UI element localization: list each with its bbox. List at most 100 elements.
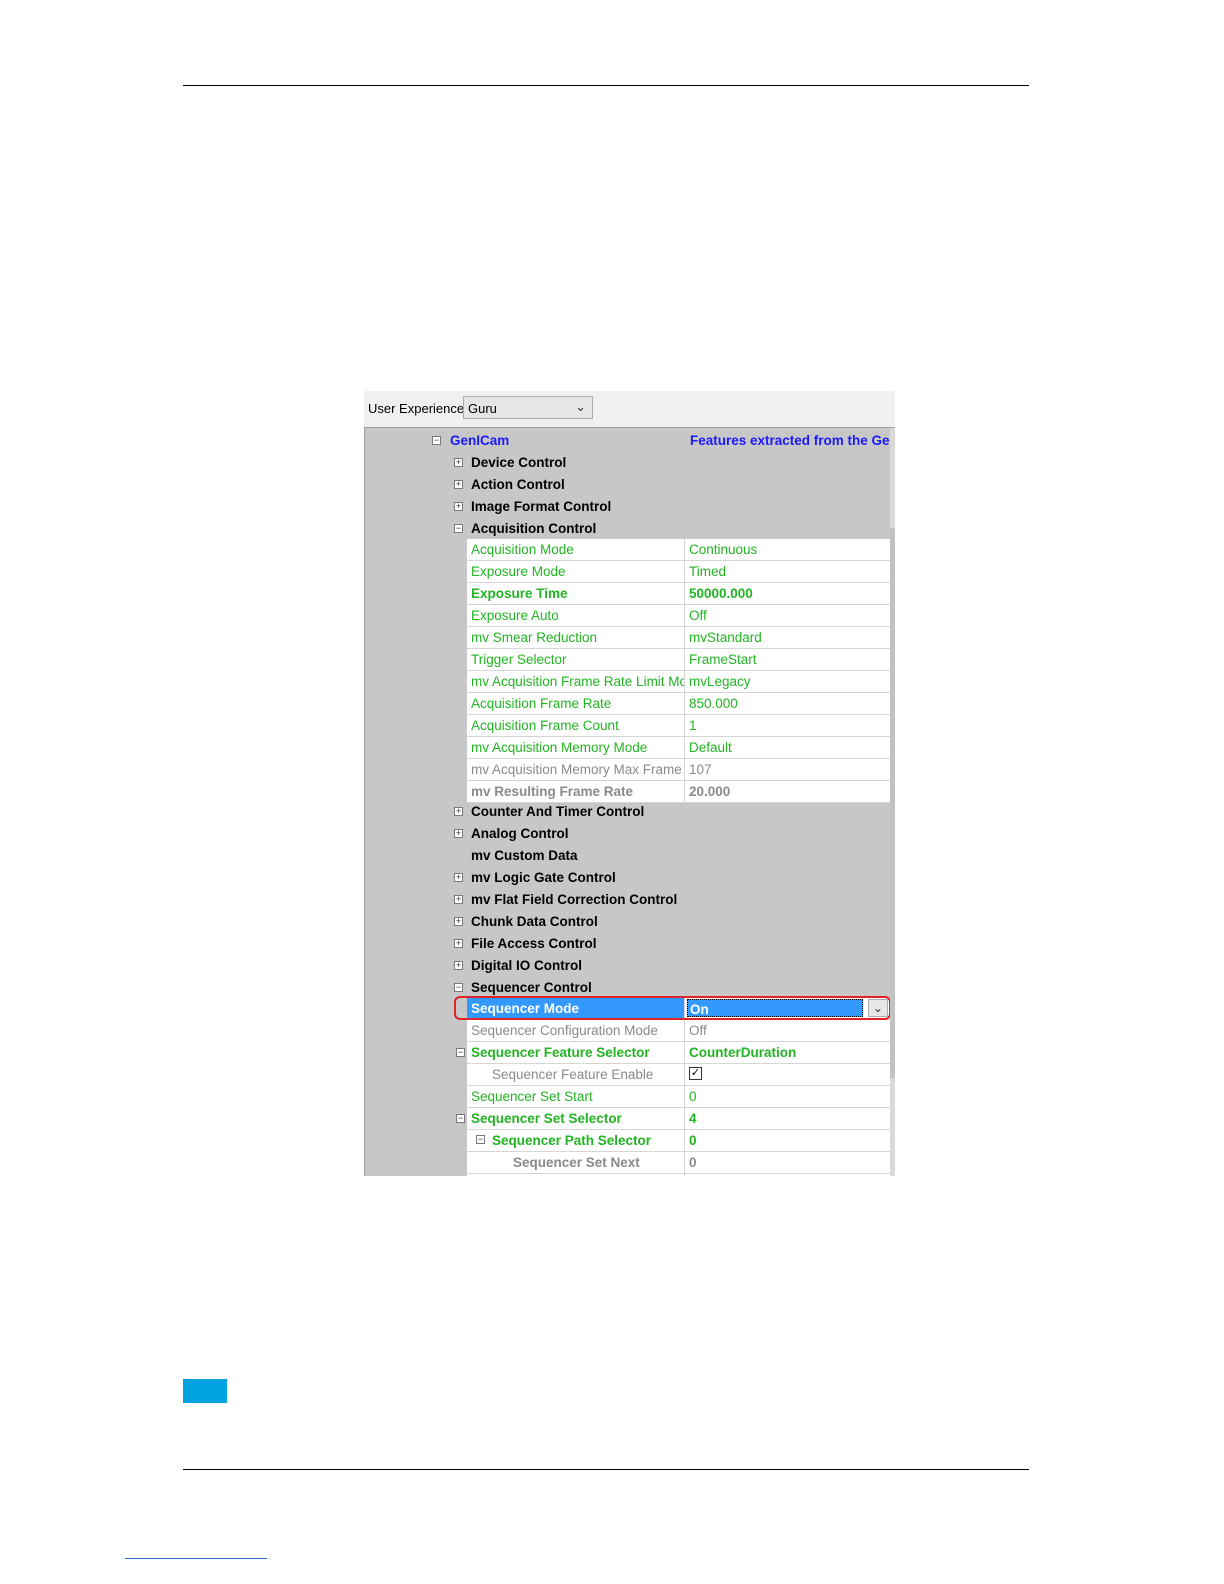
expand-icon[interactable]: + (454, 961, 463, 970)
user-experience-bar: User Experience: Guru ⌄ (364, 391, 895, 427)
tree-row-file-access-control[interactable]: + File Access Control (365, 933, 890, 955)
property-grid-screenshot: User Experience: Guru ⌄ − GenICam Featur… (364, 391, 895, 1176)
property-row[interactable]: Acquisition Mode Continuous (467, 539, 890, 561)
property-name-cell: Acquisition Frame Count (467, 715, 685, 736)
property-row[interactable]: mv Acquisition Frame Rate Limit Mod mvLe… (467, 671, 890, 693)
property-value-cell[interactable]: 4 (685, 1108, 890, 1129)
property-value-cell[interactable]: CounterDuration (685, 1042, 890, 1063)
collapse-icon[interactable]: − (456, 1048, 465, 1057)
tree-row-image-format-control[interactable]: + Image Format Control (365, 496, 890, 518)
property-row[interactable]: Sequencer Set Selector 4 (467, 1108, 890, 1130)
expand-icon[interactable]: + (454, 895, 463, 904)
user-experience-value: Guru (468, 401, 497, 416)
property-row: mv Resulting Frame Rate 20.000 (467, 781, 890, 803)
property-row[interactable]: Sequencer Set Next 0 (467, 1152, 890, 1174)
scrollbar-thumb[interactable] (890, 528, 895, 1078)
tree-row-analog-control[interactable]: + Analog Control (365, 823, 890, 845)
expand-icon[interactable]: + (454, 873, 463, 882)
vertical-scrollbar[interactable] (890, 428, 895, 1176)
property-row[interactable]: Sequencer Feature Selector CounterDurati… (467, 1042, 890, 1064)
collapse-icon[interactable]: − (456, 1114, 465, 1123)
property-value-cell[interactable]: 850.000 (685, 693, 890, 714)
property-name: Acquisition Frame Rate (471, 696, 612, 711)
property-name-cell: + Trigger Selector (467, 649, 685, 670)
property-name-cell: Acquisition Frame Rate (467, 693, 685, 714)
property-name: mv Acquisition Memory Mode (471, 740, 648, 755)
property-name-cell: mv Smear Reduction (467, 627, 685, 648)
property-value: 1 (689, 718, 697, 733)
property-row[interactable]: Acquisition Frame Rate 850.000 (467, 693, 890, 715)
property-value-cell[interactable]: mvLegacy (685, 671, 890, 692)
property-value-cell: Off (685, 1020, 890, 1041)
expand-icon[interactable]: + (454, 807, 463, 816)
tree-row-mv-flat-field-correction-control[interactable]: + mv Flat Field Correction Control (365, 889, 890, 911)
property-name-cell: mv Acquisition Frame Rate Limit Mod (467, 671, 685, 692)
property-value-cell[interactable]: FrameStart (685, 649, 890, 670)
property-value-cell: 107 (685, 759, 890, 780)
property-value-cell[interactable]: Off (685, 605, 890, 626)
category-label: Sequencer Control (471, 980, 592, 995)
property-row[interactable]: + Trigger Selector FrameStart (467, 649, 890, 671)
expand-icon[interactable]: + (454, 458, 463, 467)
tree-row-genicam[interactable]: − GenICam Features extracted from the Ge… (365, 430, 890, 452)
chevron-down-icon[interactable]: ⌄ (575, 399, 586, 415)
user-experience-label: User Experience: (368, 401, 468, 416)
expand-icon[interactable]: + (454, 480, 463, 489)
property-value: FrameStart (689, 652, 757, 667)
genicam-description: Features extracted from the Ger (690, 433, 890, 448)
expand-icon[interactable]: + (454, 829, 463, 838)
property-row[interactable]: mv Acquisition Memory Mode Default (467, 737, 890, 759)
property-value-cell[interactable]: 1 (685, 715, 890, 736)
highlight-annotation (454, 996, 891, 1020)
property-value-cell[interactable]: 0 (685, 1130, 890, 1151)
category-label: Chunk Data Control (471, 914, 598, 929)
expand-icon[interactable]: + (454, 917, 463, 926)
property-value-cell[interactable]: ✓ (685, 1064, 890, 1085)
property-name-cell (467, 1174, 685, 1176)
property-value-cell[interactable]: Continuous (685, 539, 890, 560)
property-row[interactable]: Exposure Auto Off (467, 605, 890, 627)
tree-row-action-control[interactable]: + Action Control (365, 474, 890, 496)
property-name: Sequencer Configuration Mode (471, 1023, 658, 1038)
property-row[interactable]: mv Smear Reduction mvStandard (467, 627, 890, 649)
checkbox[interactable]: ✓ (689, 1067, 702, 1080)
property-value-cell[interactable]: mvStandard (685, 627, 890, 648)
expand-icon[interactable]: + (454, 939, 463, 948)
property-name: Sequencer Feature Selector (471, 1045, 650, 1060)
property-value-cell[interactable]: 0 (685, 1086, 890, 1107)
property-name-cell: mv Resulting Frame Rate (467, 781, 685, 802)
property-value: Default (689, 740, 732, 755)
property-name: Sequencer Set Next (513, 1155, 640, 1170)
property-row[interactable]: Sequencer Set Start 0 (467, 1086, 890, 1108)
tree-row-counter-timer-control[interactable]: + Counter And Timer Control (365, 801, 890, 823)
property-row[interactable]: Exposure Mode Timed (467, 561, 890, 583)
property-row[interactable]: − Sequencer Path Selector 0 (467, 1130, 890, 1152)
property-name-cell: − Sequencer Path Selector (467, 1130, 685, 1151)
collapse-icon[interactable]: − (432, 436, 441, 445)
tree-row-acquisition-control[interactable]: − Acquisition Control (365, 518, 890, 540)
property-value: 850.000 (689, 696, 738, 711)
property-value: Off (689, 608, 707, 623)
collapse-icon[interactable]: − (454, 524, 463, 533)
property-name: Acquisition Frame Count (471, 718, 619, 733)
property-value-cell[interactable]: 0 (685, 1152, 890, 1173)
feature-tree: − GenICam Features extracted from the Ge… (364, 427, 895, 1176)
property-value-cell[interactable]: Default (685, 737, 890, 758)
property-value-cell: 20.000 (685, 781, 890, 802)
property-row[interactable]: Sequencer Feature Enable ✓ (467, 1064, 890, 1086)
category-label: mv Flat Field Correction Control (471, 892, 678, 907)
tree-row-mv-custom-data[interactable]: mv Custom Data (365, 845, 890, 867)
collapse-icon[interactable]: − (476, 1135, 485, 1144)
property-name-cell: Sequencer Set Next (467, 1152, 685, 1173)
property-value-cell[interactable]: 50000.000 (685, 583, 890, 604)
property-value-cell[interactable]: Timed (685, 561, 890, 582)
user-experience-select[interactable]: Guru ⌄ (463, 396, 593, 419)
property-row[interactable]: Acquisition Frame Count 1 (467, 715, 890, 737)
tree-row-device-control[interactable]: + Device Control (365, 452, 890, 474)
property-row[interactable]: Exposure Time 50000.000 (467, 583, 890, 605)
tree-row-digital-io-control[interactable]: + Digital IO Control (365, 955, 890, 977)
tree-row-chunk-data-control[interactable]: + Chunk Data Control (365, 911, 890, 933)
expand-icon[interactable]: + (454, 502, 463, 511)
collapse-icon[interactable]: − (454, 983, 463, 992)
tree-row-mv-logic-gate-control[interactable]: + mv Logic Gate Control (365, 867, 890, 889)
